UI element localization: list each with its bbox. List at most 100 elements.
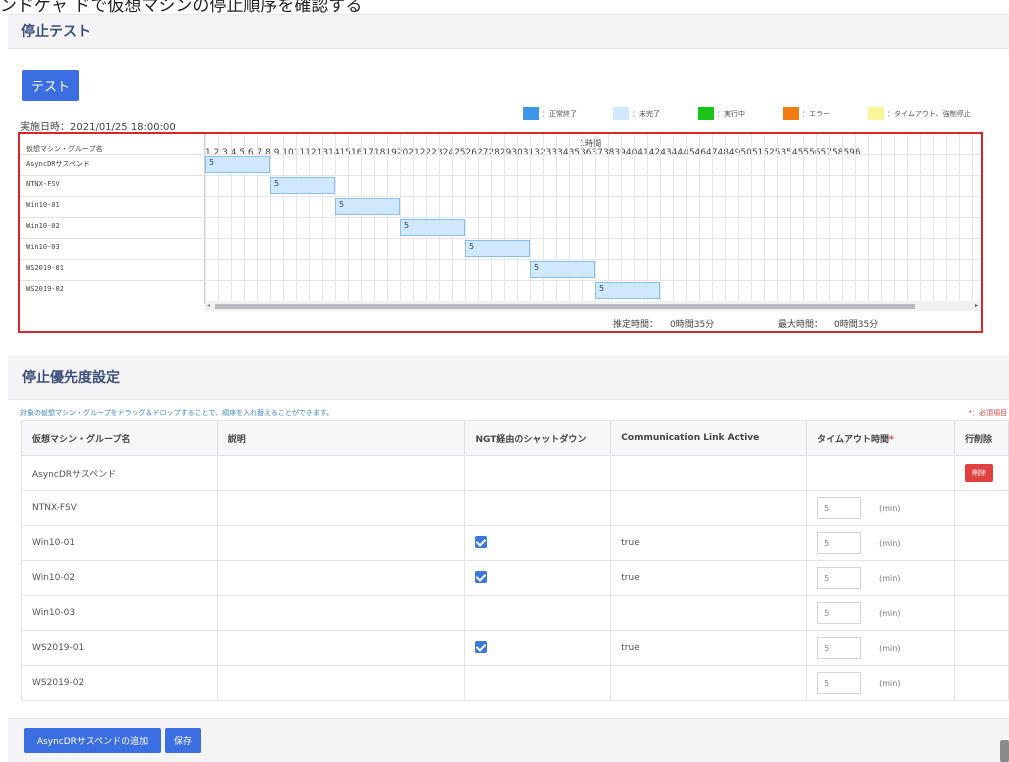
grid-vline <box>933 134 934 304</box>
page-scrollbar[interactable] <box>1000 740 1009 762</box>
grid-vline <box>725 134 726 304</box>
timeout-input[interactable] <box>817 532 862 554</box>
row-name: Win10-01 <box>21 525 218 561</box>
grid-vline <box>686 134 687 304</box>
gantt-row-name: Win10-02 <box>26 222 60 230</box>
timeout-input[interactable] <box>817 602 862 624</box>
timeout-unit: (min) <box>879 643 901 653</box>
row-ngt <box>464 490 612 526</box>
grid-vline <box>361 134 362 304</box>
gantt-row-name: AsyncDRサスペンド <box>26 160 90 168</box>
gantt-row-name: Win10-03 <box>26 243 60 251</box>
row-ngt <box>464 665 612 701</box>
table-row[interactable]: AsyncDRサスペンド 削除 <box>21 455 1009 491</box>
grid-hline <box>205 280 981 281</box>
gantt-row-name: WS2019-01 <box>26 264 64 272</box>
legend-item-running: ：実行中 <box>698 107 745 120</box>
legend-swatch-error <box>783 107 799 120</box>
legend-item-error: ：エラー <box>783 107 830 120</box>
scroll-left-icon[interactable]: ◂ <box>207 302 210 309</box>
row-description <box>216 525 466 561</box>
timeout-input[interactable] <box>817 567 862 589</box>
grid-vline <box>296 134 297 304</box>
grid-vline <box>634 134 635 304</box>
stop-test-panel: 停止テスト テスト 実施日時：2021/01/25 18:00:00 ：正常終了… <box>8 14 1009 350</box>
table-header-row: 仮想マシン・グループ名 説明 NGT経由のシャットダウン Communicati… <box>21 420 1009 456</box>
add-asyncdr-button[interactable]: AsyncDRサスペンドの追加 <box>24 728 161 753</box>
row-delete <box>953 630 1009 666</box>
gantt-row-divider <box>20 280 205 281</box>
table-row[interactable]: NTNX-FSV (min) <box>21 490 1009 526</box>
row-comm-link <box>610 490 808 526</box>
row-comm-link: true <box>610 525 808 561</box>
table-row[interactable]: Win10-01 true (min) <box>21 525 1009 561</box>
row-timeout: (min) <box>806 525 955 561</box>
gantt-row-name: Win10-01 <box>26 201 60 209</box>
grid-vline <box>959 134 960 304</box>
legend-swatch-incomplete <box>613 107 629 120</box>
legend-item-incomplete: ：未完了 <box>613 107 660 120</box>
grid-vline <box>322 134 323 304</box>
timeout-input[interactable] <box>817 497 862 519</box>
table-row[interactable]: WS2019-01 true (min) <box>21 630 1009 666</box>
table-row[interactable]: Win10-02 true (min) <box>21 560 1009 596</box>
timeout-input[interactable] <box>817 637 862 659</box>
col-name: 仮想マシン・グループ名 <box>21 420 218 456</box>
gantt-bar: 5 <box>335 198 400 215</box>
gantt-row-divider <box>20 154 205 155</box>
legend-label-error: ：エラー <box>802 109 830 118</box>
row-delete <box>953 560 1009 596</box>
minute-ticks: 1 2 3 4 5 6 7 8 9 1011121314151617181920… <box>205 148 861 158</box>
legend-label-incomplete: ：未完了 <box>632 109 660 118</box>
grid-vline <box>387 134 388 304</box>
grid-vline <box>270 134 271 304</box>
row-comm-link <box>610 455 808 491</box>
delete-button[interactable]: 削除 <box>964 464 993 482</box>
estimated-label: 推定時間： <box>613 320 659 330</box>
legend-swatch-timeout <box>868 107 884 120</box>
scroll-right-icon[interactable]: ▸ <box>975 302 978 309</box>
table-row[interactable]: WS2019-02 (min) <box>21 665 1009 701</box>
grid-vline <box>491 134 492 304</box>
grid-vline <box>868 134 869 304</box>
gantt-header: 仮想マシン・グループ名 <box>26 145 103 153</box>
grid-vline <box>751 134 752 304</box>
scroll-thumb[interactable] <box>215 304 915 309</box>
grid-vline <box>920 134 921 304</box>
row-comm-link: true <box>610 630 808 666</box>
row-name: Win10-02 <box>21 560 218 596</box>
row-timeout <box>806 455 955 491</box>
ngt-checkbox[interactable] <box>475 640 488 653</box>
grid-vline <box>595 134 596 304</box>
grid-vline <box>907 134 908 304</box>
legend-item-completed: ：正常終了 <box>523 107 577 120</box>
col-description: 説明 <box>216 420 466 456</box>
estimated-value: 0時間35分 <box>670 320 715 330</box>
row-description <box>216 490 466 526</box>
ngt-checkbox[interactable] <box>475 570 488 583</box>
grid-vline <box>946 134 947 304</box>
max-label: 最大時間： <box>778 320 824 330</box>
row-description <box>216 455 466 491</box>
gantt-row-divider <box>20 175 205 176</box>
row-description <box>216 665 466 701</box>
grid-vline <box>790 134 791 304</box>
gantt-names-column: 仮想マシン・グループ名 AsyncDRサスペンド NTNX-FSV Win10-01… <box>20 134 205 304</box>
timeout-input[interactable] <box>817 672 862 694</box>
grid-vline <box>465 134 466 304</box>
row-comm-link: true <box>610 560 808 596</box>
grid-vline <box>309 134 310 304</box>
row-name: NTNX-FSV <box>21 490 218 526</box>
grid-vline <box>608 134 609 304</box>
gantt-row-divider <box>20 238 205 239</box>
gantt-bar: 5 <box>595 282 660 299</box>
row-ngt <box>464 595 612 631</box>
gantt-bar: 5 <box>465 240 530 257</box>
test-button[interactable]: テスト <box>22 70 79 101</box>
row-ngt <box>464 455 612 491</box>
save-button[interactable]: 保存 <box>165 728 201 753</box>
table-row[interactable]: Win10-03 (min) <box>21 595 1009 631</box>
gantt-scrollbar[interactable]: ◂ ▸ <box>205 301 981 311</box>
grid-vline <box>283 134 284 304</box>
ngt-checkbox[interactable] <box>475 535 488 548</box>
